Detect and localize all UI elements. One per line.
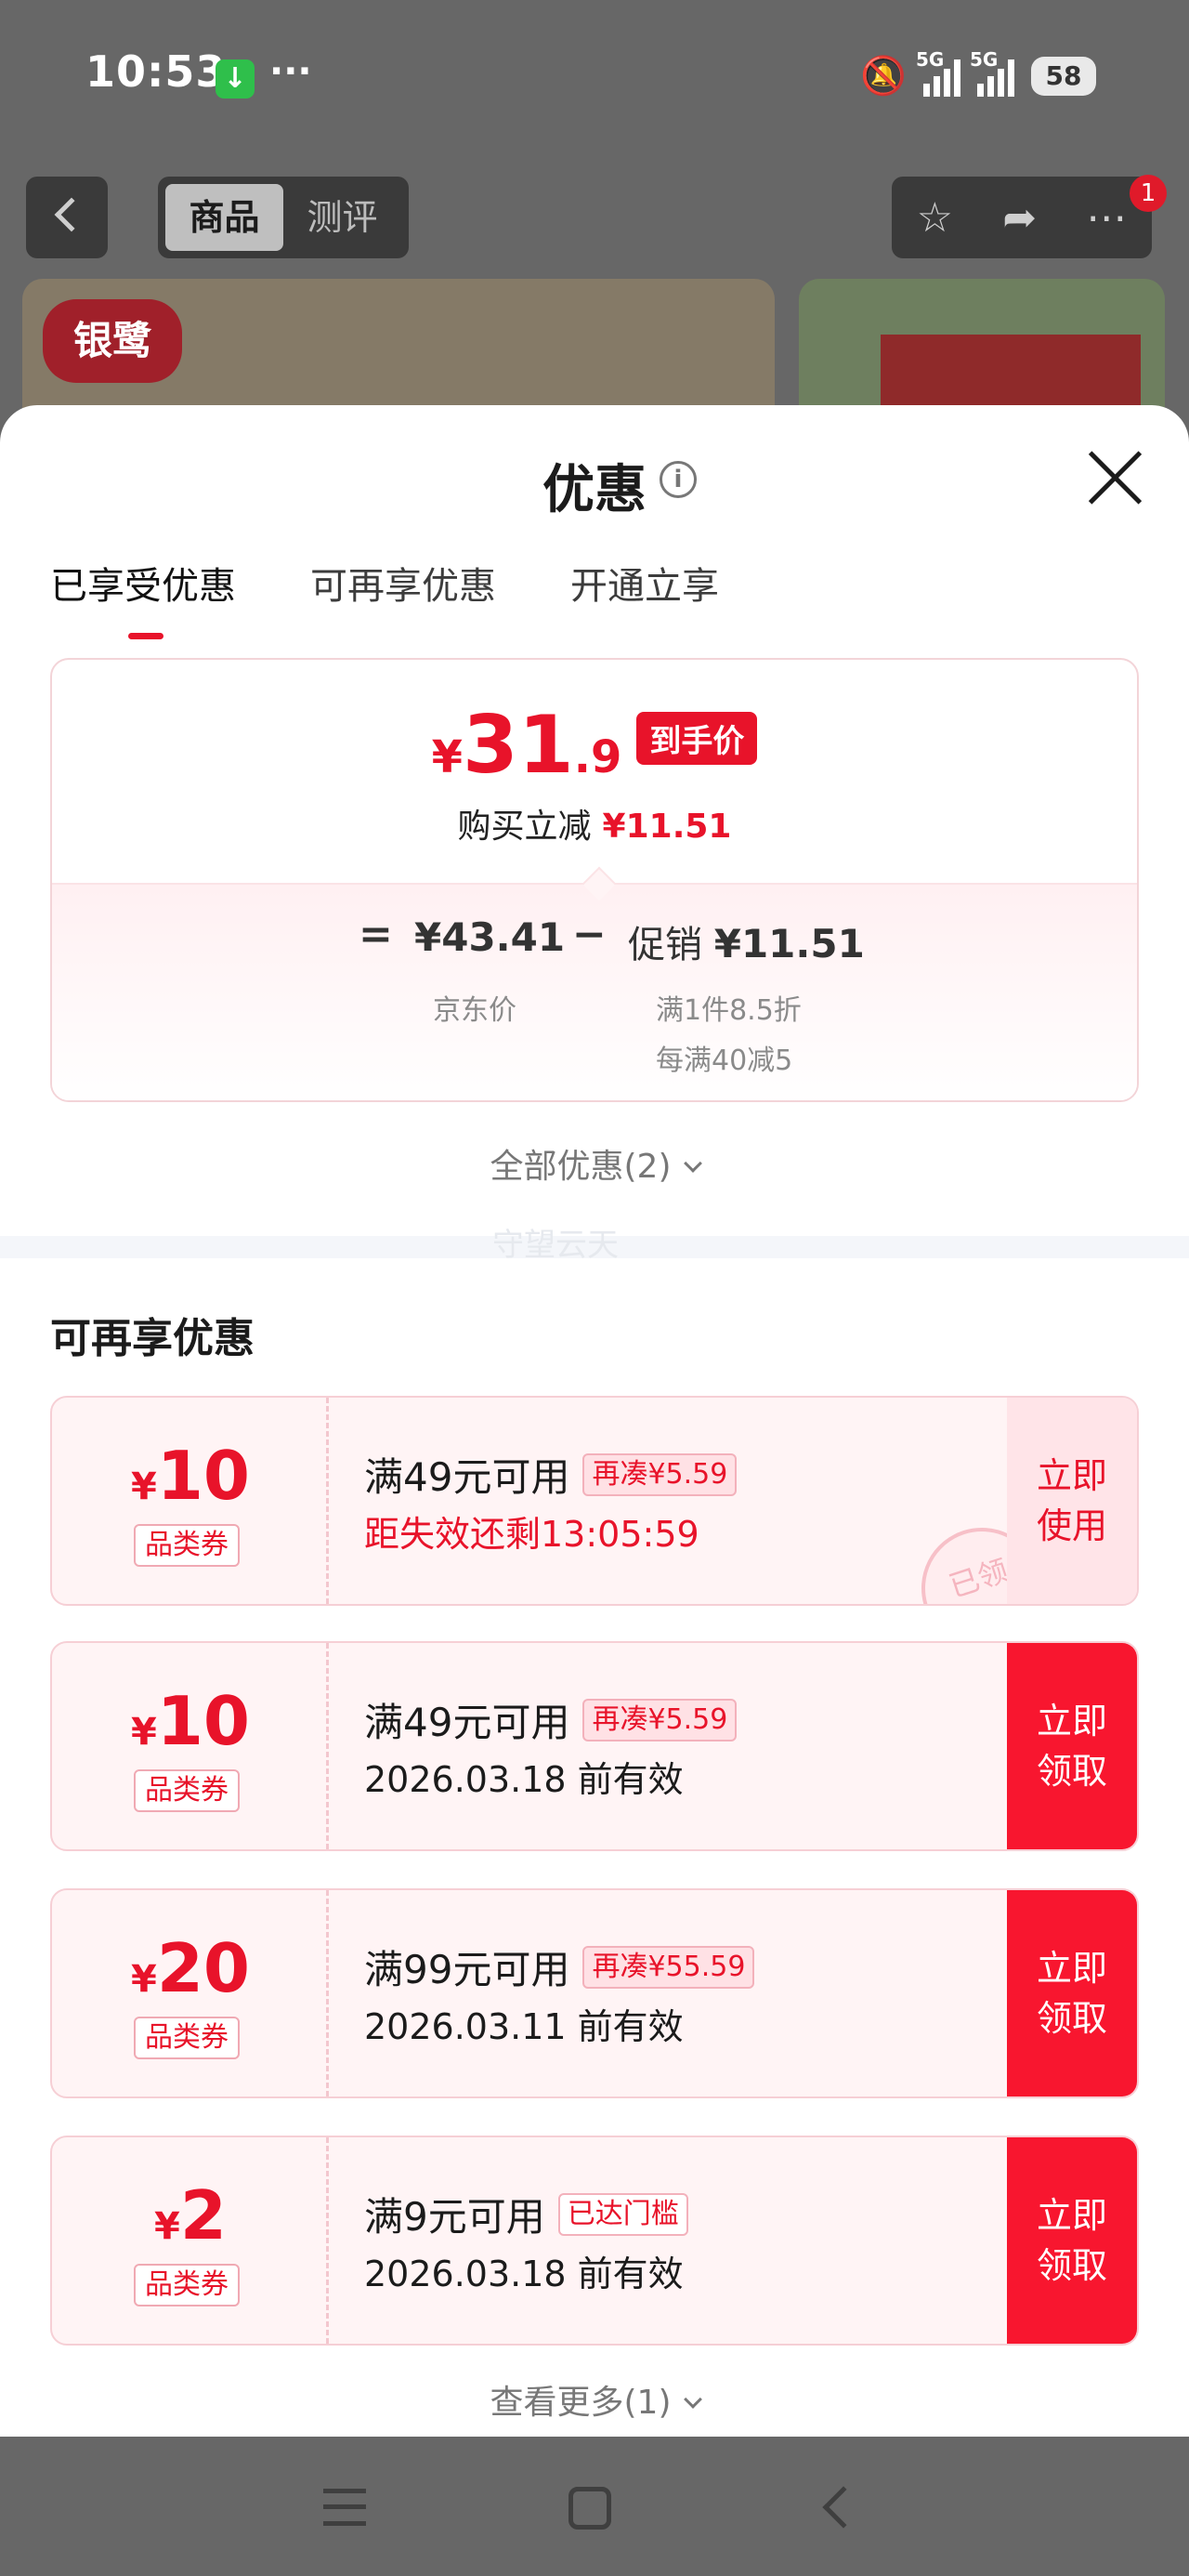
chevron-down-icon [683,1154,702,1173]
instant-discount: 购买立减 ¥11.51 [52,799,1137,848]
tab-review[interactable]: 测评 [283,184,401,251]
coupon-gap-chip: 再凑¥55.59 [582,1945,755,1989]
coupon-type: 品类券 [134,1769,240,1812]
claim-now-button[interactable]: 立即领取 [1007,2137,1137,2344]
info-icon[interactable]: i [660,461,697,498]
header-tools: ☆ ➦ ⋯ [892,177,1152,258]
price-integer: 31 [463,699,574,792]
see-more-label: 查看更多(1) [490,2384,672,2422]
home-icon[interactable] [568,2487,611,2530]
coupon-condition: 满49元可用 再凑¥5.59 [364,1691,738,1748]
coupon-expiry: 2026.03.11 前有效 [364,2006,684,2047]
status-more: ··· [269,50,312,93]
price-breakdown: = ¥43.41 − 促销 ¥11.51 京东价 满1件8.5折 每满40减5 [52,866,1137,1100]
instant-discount-value: ¥11.51 [602,808,732,846]
brand-logo: 银鹭 [43,299,182,383]
coupon-card: ¥2 品类券 满9元可用 已达门槛 2026.03.18 前有效 立即领取 [50,2136,1139,2346]
jd-price: ¥43.41 [414,914,566,960]
header-tab-switch: 商品 测评 [158,177,409,258]
coupon-card: ¥20 品类券 满99元可用 再凑¥55.59 2026.03.11 前有效 立即… [50,1888,1139,2098]
tab-activate[interactable]: 开通立享 [570,556,719,639]
watermark: 守望云天 [492,1227,619,1264]
coupon-gap-chip: 再凑¥5.59 [582,1452,738,1496]
coupon-card: ¥10 品类券 满49元可用 再凑¥5.59 距失效还剩13:05:59 已领 立… [50,1396,1139,1606]
coupon-countdown: 距失效还剩13:05:59 [364,1514,699,1555]
coupon-condition: 满99元可用 再凑¥55.59 [364,1939,755,1995]
promo-rule: 每满40减5 [656,1045,793,1077]
download-icon: ↓ [216,59,255,99]
mute-icon: 🔕 [860,55,907,98]
chevron-left-icon [54,197,89,232]
final-price-card: ¥ 31 .9 到手价 购买立减 ¥11.51 = ¥43.41 − 促销 ¥11… [50,658,1139,1102]
coupon-value-area: ¥10 品类券 [52,1398,329,1604]
all-discounts-toggle[interactable]: 全部优惠(2) [0,1139,1189,1188]
instant-discount-label: 购买立减 [457,808,592,846]
star-icon[interactable]: ☆ [917,194,953,242]
coupon-value-area: ¥2 品类券 [52,2137,329,2344]
coupon-type: 品类券 [134,1524,240,1567]
signal-icon: 5G [916,48,960,97]
price-decimal: .9 [573,731,622,783]
status-time: 10:53 [85,46,227,97]
status-indicators: 🔕 5G 5G 58 [860,48,1096,98]
more-icon[interactable]: ⋯ [1086,194,1127,242]
final-price-tag: 到手价 [636,712,758,765]
coupon-amount: ¥20 [130,1929,251,2007]
system-nav-bar [0,2437,1189,2576]
claim-now-button[interactable]: 立即领取 [1007,1643,1137,1849]
minus-sign: − [572,911,607,958]
coupon-condition: 满49元可用 再凑¥5.59 [364,1446,738,1503]
final-price: ¥ 31 .9 到手价 [52,699,1137,792]
close-icon[interactable] [1085,448,1144,507]
coupon-value-area: ¥20 品类券 [52,1890,329,2096]
coupon-amount: ¥10 [130,1682,251,1760]
tab-more-available[interactable]: 可再享优惠 [310,556,496,639]
promo-value: ¥11.51 [713,921,865,966]
currency-symbol: ¥ [431,731,464,783]
recent-apps-icon[interactable] [323,2489,366,2526]
see-more-toggle[interactable]: 查看更多(1) [0,2375,1189,2424]
discount-sheet: 优惠 i 已享受优惠 可再享优惠 开通立享 ¥ 31 .9 到手价 购买立减 ¥1… [0,405,1189,2437]
coupon-expiry: 2026.03.18 前有效 [364,2254,684,2294]
discount-tabs: 已享受优惠 可再享优惠 开通立享 [50,556,719,639]
use-now-button[interactable]: 立即使用 [1007,1398,1137,1604]
tab-enjoyed[interactable]: 已享受优惠 [50,556,236,639]
promo-amount: 促销 ¥11.51 [628,914,865,968]
coupon-type: 品类券 [134,2017,240,2059]
promo-rule: 满1件8.5折 [656,994,802,1027]
sheet-title: 优惠 [542,460,647,520]
share-icon[interactable]: ➦ [1002,194,1037,242]
breakdown-pointer [581,866,617,901]
status-bar: 10:53 ↓ ··· 🔕 5G 5G 58 [0,0,1189,158]
coupon-amount: ¥10 [130,1437,251,1515]
all-discounts-label: 全部优惠(2) [490,1148,672,1186]
section-title: 可再享优惠 [50,1315,255,1362]
coupon-card: ¥10 品类券 满49元可用 再凑¥5.59 2026.03.18 前有效 立即领… [50,1641,1139,1851]
tab-product[interactable]: 商品 [165,184,283,251]
coupon-type: 品类券 [134,2264,240,2307]
coupon-value-area: ¥10 品类券 [52,1643,329,1849]
claim-now-button[interactable]: 立即领取 [1007,1890,1137,2096]
equals-sign: = [359,911,393,958]
coupon-expiry: 2026.03.18 前有效 [364,1759,684,1800]
notification-badge: 1 [1130,175,1167,212]
back-icon[interactable] [822,2486,865,2529]
battery-icon: 58 [1031,56,1096,96]
coupon-gap-chip: 再凑¥5.59 [582,1698,738,1741]
coupon-amount: ¥2 [154,2176,227,2254]
promo-label: 促销 [628,924,702,966]
coupon-condition: 满9元可用 已达门槛 [364,2186,688,2242]
signal-icon: 5G [970,48,1014,97]
threshold-met-chip: 已达门槛 [557,2192,688,2236]
jd-price-label: 京东价 [433,994,516,1027]
chevron-down-icon [683,2390,702,2409]
back-button[interactable] [26,177,108,258]
